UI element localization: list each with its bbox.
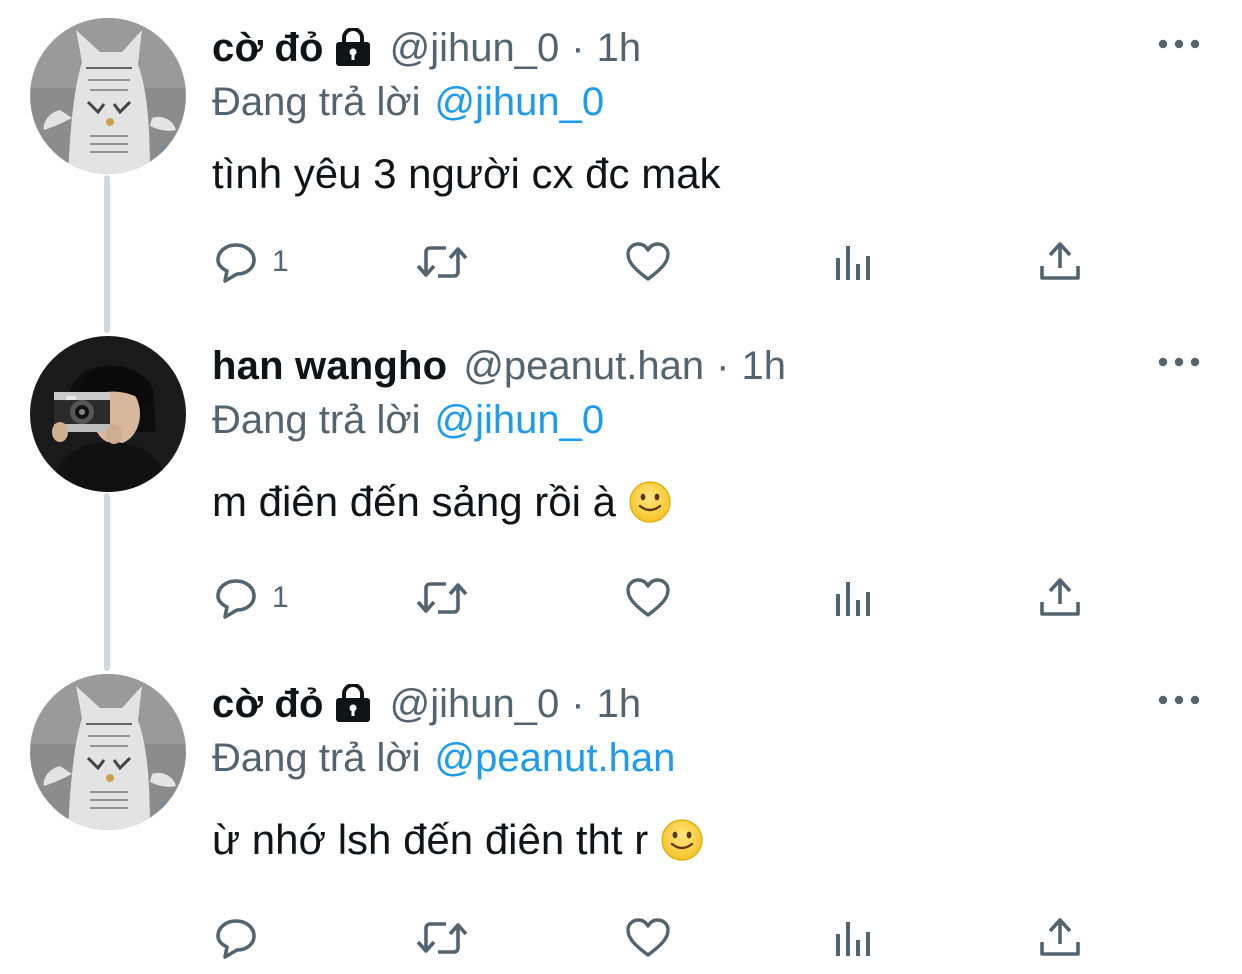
speech-bubble-icon	[216, 579, 256, 619]
display-name[interactable]: cờ đỏ	[212, 678, 324, 730]
slightly-smiling-face-icon	[661, 819, 703, 861]
display-name[interactable]: cờ đỏ	[212, 22, 324, 74]
lock-icon	[335, 684, 370, 722]
bar-chart-icon	[836, 582, 870, 616]
user-handle[interactable]: @jihun_0	[390, 22, 560, 74]
user-handle[interactable]: @jihun_0	[390, 678, 560, 730]
more-dots-icon[interactable]	[1158, 354, 1200, 370]
reply-button[interactable]: 1	[212, 572, 289, 624]
tweet-actions: 1	[212, 236, 1092, 288]
speech-bubble-icon	[216, 919, 256, 959]
tweet-text: m điên đến sảng rồi à	[212, 474, 672, 530]
retweet-arrows-icon	[416, 246, 468, 278]
replying-to-handle[interactable]: @jihun_0	[435, 398, 605, 442]
replying-to-label: Đang trả lời	[212, 398, 421, 442]
tweet-text-content: m điên đến sảng rồi à	[212, 478, 616, 525]
bar-chart-icon	[836, 246, 870, 280]
replying-to: Đang trả lời @peanut.han	[212, 732, 675, 784]
tweet-header: han wangho @peanut.han · 1h	[212, 340, 786, 392]
like-button[interactable]	[624, 912, 672, 964]
heart-icon	[626, 918, 670, 957]
separator-dot: ·	[716, 344, 730, 388]
display-name[interactable]: han wangho	[212, 340, 447, 392]
replying-to: Đang trả lời @jihun_0	[212, 394, 604, 446]
person-with-camera-avatar-image	[30, 336, 186, 492]
bar-chart-icon	[836, 922, 870, 956]
tweet-header: cờ đỏ @jihun_0 · 1h	[212, 22, 641, 74]
slightly-smiling-face-icon	[629, 481, 671, 523]
views-button[interactable]	[830, 236, 878, 288]
retweet-arrows-icon	[416, 582, 468, 614]
timestamp[interactable]: 1h	[597, 678, 642, 730]
avatar[interactable]	[30, 18, 186, 174]
retweet-button[interactable]	[414, 236, 470, 288]
separator-dot: ·	[571, 26, 585, 70]
reply-button[interactable]: 1	[212, 236, 289, 288]
reply-count: 1	[272, 581, 289, 614]
replying-to-handle[interactable]: @jihun_0	[435, 80, 605, 124]
tweet-text: ừ nhớ lsh đến điên tht r	[212, 812, 704, 868]
reply-thread: cờ đỏ @jihun_0 · 1h Đang trả lời @jihun_0…	[0, 0, 1242, 974]
tweet[interactable]: han wangho @peanut.han · 1h Đang trả lời…	[0, 318, 1242, 656]
timestamp[interactable]: 1h	[741, 340, 786, 392]
separator-dot: ·	[571, 682, 585, 726]
more-dots-icon[interactable]	[1158, 692, 1200, 708]
share-button[interactable]	[1036, 572, 1084, 624]
replying-to-label: Đang trả lời	[212, 736, 421, 780]
replying-to-label: Đang trả lời	[212, 80, 421, 124]
tweet-header: cờ đỏ @jihun_0 · 1h	[212, 678, 641, 730]
share-button[interactable]	[1036, 236, 1084, 288]
views-button[interactable]	[830, 912, 878, 964]
retweet-arrows-icon	[416, 922, 468, 954]
lock-icon	[335, 28, 370, 66]
share-button[interactable]	[1036, 912, 1084, 964]
like-button[interactable]	[624, 236, 672, 288]
retweet-button[interactable]	[414, 572, 470, 624]
share-upload-icon	[1040, 242, 1080, 280]
retweet-button[interactable]	[414, 912, 470, 964]
white-cat-avatar-image	[30, 18, 186, 174]
timestamp[interactable]: 1h	[597, 22, 642, 74]
tweet[interactable]: cờ đỏ @jihun_0 · 1h Đang trả lời @jihun_0…	[0, 0, 1242, 318]
speech-bubble-icon	[216, 243, 256, 283]
tweet-text-content: ừ nhớ lsh đến điên tht r	[212, 816, 649, 863]
avatar[interactable]	[30, 336, 186, 492]
tweet-actions: 1	[212, 572, 1092, 624]
views-button[interactable]	[830, 572, 878, 624]
replying-to: Đang trả lời @jihun_0	[212, 76, 604, 128]
user-handle[interactable]: @peanut.han	[463, 340, 704, 392]
tweet[interactable]: cờ đỏ @jihun_0 · 1h Đang trả lời @peanut.…	[0, 656, 1242, 974]
tweet-text-content: tình yêu 3 người cx đc mak	[212, 150, 721, 197]
avatar[interactable]	[30, 674, 186, 830]
white-cat-avatar-image	[30, 674, 186, 830]
reply-count: 1	[272, 245, 289, 278]
replying-to-handle[interactable]: @peanut.han	[435, 736, 676, 780]
tweet-text: tình yêu 3 người cx đc mak	[212, 146, 721, 202]
more-dots-icon[interactable]	[1158, 36, 1200, 52]
tweet-actions	[212, 912, 1092, 964]
share-upload-icon	[1040, 578, 1080, 616]
heart-icon	[626, 578, 670, 617]
share-upload-icon	[1040, 918, 1080, 956]
like-button[interactable]	[624, 572, 672, 624]
heart-icon	[626, 242, 670, 281]
reply-button[interactable]	[212, 912, 272, 964]
